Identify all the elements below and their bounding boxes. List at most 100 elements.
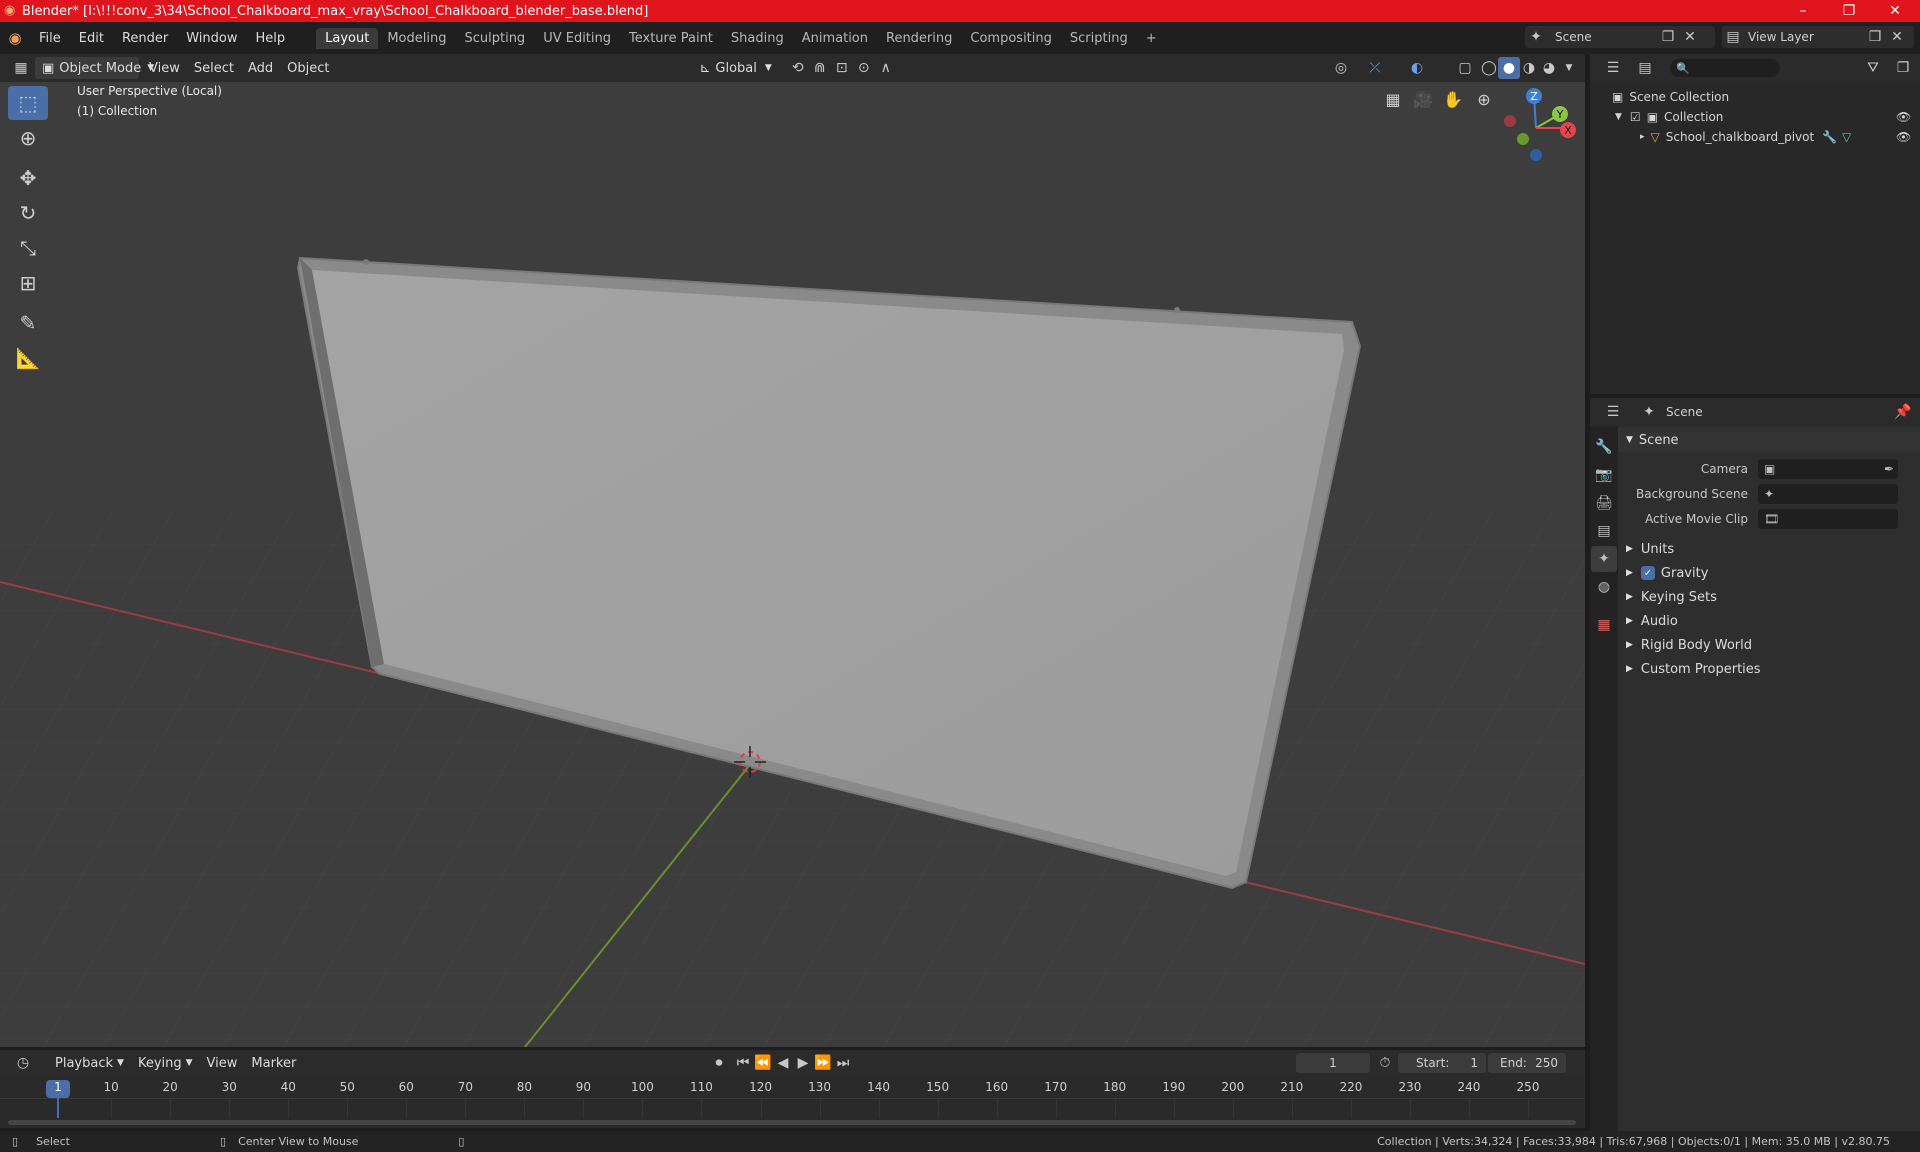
scene-selector[interactable]: ✦ Scene ❐ ✕: [1525, 26, 1715, 48]
tab-modeling[interactable]: Modeling: [378, 28, 455, 49]
tab-render-icon[interactable]: 📷: [1591, 462, 1617, 488]
play-icon[interactable]: ▶: [792, 1052, 814, 1074]
solid-shading-icon[interactable]: ●: [1498, 57, 1520, 79]
menu-timeline-view[interactable]: View: [200, 1052, 245, 1074]
menu-object[interactable]: Object: [280, 57, 336, 79]
menu-add[interactable]: Add: [241, 57, 280, 79]
next-keyframe-icon[interactable]: ⏩: [812, 1052, 834, 1074]
prev-keyframe-icon[interactable]: ⏪: [752, 1052, 774, 1074]
neg-z-axis-icon[interactable]: [1530, 149, 1542, 161]
eye-icon[interactable]: 👁: [1896, 110, 1911, 124]
tab-compositing[interactable]: Compositing: [961, 28, 1061, 49]
delete-view-layer-icon[interactable]: ✕: [1886, 26, 1908, 48]
neg-y-axis-icon[interactable]: [1517, 133, 1529, 145]
menu-marker[interactable]: Marker: [244, 1052, 303, 1074]
delete-scene-icon[interactable]: ✕: [1679, 26, 1701, 48]
tab-scripting[interactable]: Scripting: [1061, 28, 1137, 49]
outliner-row-collection[interactable]: ▼ ☑ ▣ Collection 👁: [1590, 107, 1920, 127]
menu-keying[interactable]: Keying ▼: [131, 1052, 200, 1074]
current-frame-field[interactable]: 1: [1296, 1053, 1370, 1073]
gizmo-toggle-icon[interactable]: ⤫: [1364, 57, 1386, 79]
tab-scene-icon[interactable]: ✦: [1591, 546, 1617, 572]
pivot-point-icon[interactable]: ⟲: [787, 57, 809, 79]
timeline-editor-type-icon[interactable]: ◷: [12, 1052, 34, 1074]
checkbox-icon[interactable]: ☑: [1630, 110, 1641, 124]
falloff-icon[interactable]: ∧: [875, 57, 897, 79]
gravity-section[interactable]: ▶ ✓ Gravity: [1618, 561, 1920, 585]
timeline-area[interactable]: 1 10 20 30 40 50 60 70 80 90 100 110 120 130 140 150 160…: [0, 1076, 1585, 1128]
pan-view-icon[interactable]: ✋: [1440, 86, 1466, 112]
minimize-button[interactable]: –: [1780, 0, 1826, 22]
timeline-scrollbar[interactable]: [8, 1120, 1576, 1125]
menu-view[interactable]: View: [142, 57, 187, 79]
transform-orientation-dropdown[interactable]: ⊾ Global ▼: [692, 57, 778, 79]
cursor-tool-icon[interactable]: ⊕: [8, 121, 48, 155]
tab-animation[interactable]: Animation: [793, 28, 877, 49]
audio-section[interactable]: ▶ Audio: [1618, 609, 1920, 633]
filter-icon[interactable]: ⛛: [1862, 57, 1884, 79]
active-movie-clip-field[interactable]: 🎞: [1758, 508, 1898, 529]
play-reverse-icon[interactable]: ◀: [772, 1052, 794, 1074]
tab-output-icon[interactable]: 🖨: [1591, 490, 1617, 516]
tab-sculpting[interactable]: Sculpting: [455, 28, 534, 49]
transform-tool-icon[interactable]: ⊞: [8, 266, 48, 300]
menu-help[interactable]: Help: [247, 31, 295, 46]
outliner-row-scene-collection[interactable]: ▣ Scene Collection: [1590, 87, 1920, 107]
snap-target-icon[interactable]: ⊡: [831, 57, 853, 79]
rendered-shading-icon[interactable]: ◕: [1538, 57, 1560, 79]
stopwatch-icon[interactable]: ⏱: [1374, 1052, 1396, 1074]
background-scene-field[interactable]: ✦: [1758, 483, 1898, 504]
mesh-data-icon[interactable]: ▽: [1842, 130, 1851, 144]
tab-layout[interactable]: Layout: [316, 27, 379, 49]
custom-properties-section[interactable]: ▶ Custom Properties: [1618, 657, 1920, 681]
select-box-tool-icon[interactable]: ⬚: [8, 86, 48, 120]
new-collection-icon[interactable]: ❐: [1892, 57, 1914, 79]
camera-view-icon[interactable]: 🎥: [1410, 86, 1436, 112]
jump-start-icon[interactable]: ⏮: [732, 1052, 754, 1074]
blender-menu-icon[interactable]: ◉: [0, 29, 30, 47]
menu-file[interactable]: File: [30, 31, 70, 46]
3d-viewport[interactable]: User Perspective (Local) (1) Collection …: [0, 82, 1585, 1047]
record-icon[interactable]: ⏺: [708, 1052, 730, 1074]
new-scene-icon[interactable]: ❐: [1657, 26, 1679, 48]
menu-select[interactable]: Select: [187, 57, 241, 79]
tab-world-icon[interactable]: ◍: [1591, 574, 1617, 600]
menu-window[interactable]: Window: [177, 31, 246, 46]
proportional-edit-icon[interactable]: ⊙: [853, 57, 875, 79]
eye-icon[interactable]: 👁: [1896, 130, 1911, 144]
viewport-scene[interactable]: [0, 82, 1585, 1047]
overlay-toggle-icon[interactable]: ◐: [1406, 57, 1428, 79]
editor-type-icon[interactable]: ▦: [10, 57, 32, 79]
tab-tool-icon[interactable]: 🔧: [1591, 434, 1617, 460]
toggle-perspective-icon[interactable]: ▦: [1380, 86, 1406, 112]
scene-panel-header[interactable]: ▼ Scene: [1618, 428, 1920, 452]
outliner[interactable]: ▣ Scene Collection ▼ ☑ ▣ Collection 👁 ▸ …: [1590, 82, 1920, 394]
move-tool-icon[interactable]: ✥: [8, 161, 48, 195]
neg-x-axis-icon[interactable]: [1504, 115, 1516, 127]
properties-editor-type-icon[interactable]: ☰: [1602, 401, 1624, 423]
close-window-button[interactable]: ✕: [1872, 0, 1918, 22]
jump-end-icon[interactable]: ⏭: [832, 1052, 854, 1074]
modifier-wrench-icon[interactable]: 🔧: [1822, 130, 1837, 144]
scale-tool-icon[interactable]: ⤡: [8, 231, 48, 265]
tab-uv-editing[interactable]: UV Editing: [534, 28, 620, 49]
wireframe-shading-icon[interactable]: ◯: [1478, 57, 1500, 79]
gravity-checkbox[interactable]: ✓: [1640, 566, 1655, 580]
rotate-tool-icon[interactable]: ↻: [8, 196, 48, 230]
menu-render[interactable]: Render: [113, 31, 177, 46]
keying-sets-section[interactable]: ▶ Keying Sets: [1618, 585, 1920, 609]
pin-icon[interactable]: 📌: [1892, 401, 1914, 423]
material-shading-icon[interactable]: ◑: [1518, 57, 1540, 79]
outliner-search-input[interactable]: 🔍: [1670, 59, 1780, 77]
tab-rendering[interactable]: Rendering: [877, 28, 961, 49]
tab-view-layer-icon[interactable]: ▤: [1591, 518, 1617, 544]
tab-shading[interactable]: Shading: [722, 28, 793, 49]
maximize-button[interactable]: ❐: [1826, 0, 1872, 22]
mode-dropdown[interactable]: ▣ Object Mode ▼: [35, 57, 154, 79]
rigid-body-world-section[interactable]: ▶ Rigid Body World: [1618, 633, 1920, 657]
snap-icon[interactable]: ⋒: [809, 57, 831, 79]
eyedropper-icon[interactable]: ✒: [1884, 462, 1894, 476]
outliner-row-object[interactable]: ▸ ▽ School_chalkboard_pivot 🔧 ▽ 👁: [1590, 127, 1920, 147]
zoom-view-icon[interactable]: ⊕: [1471, 86, 1497, 112]
start-frame-field[interactable]: Start: 1: [1398, 1053, 1486, 1073]
